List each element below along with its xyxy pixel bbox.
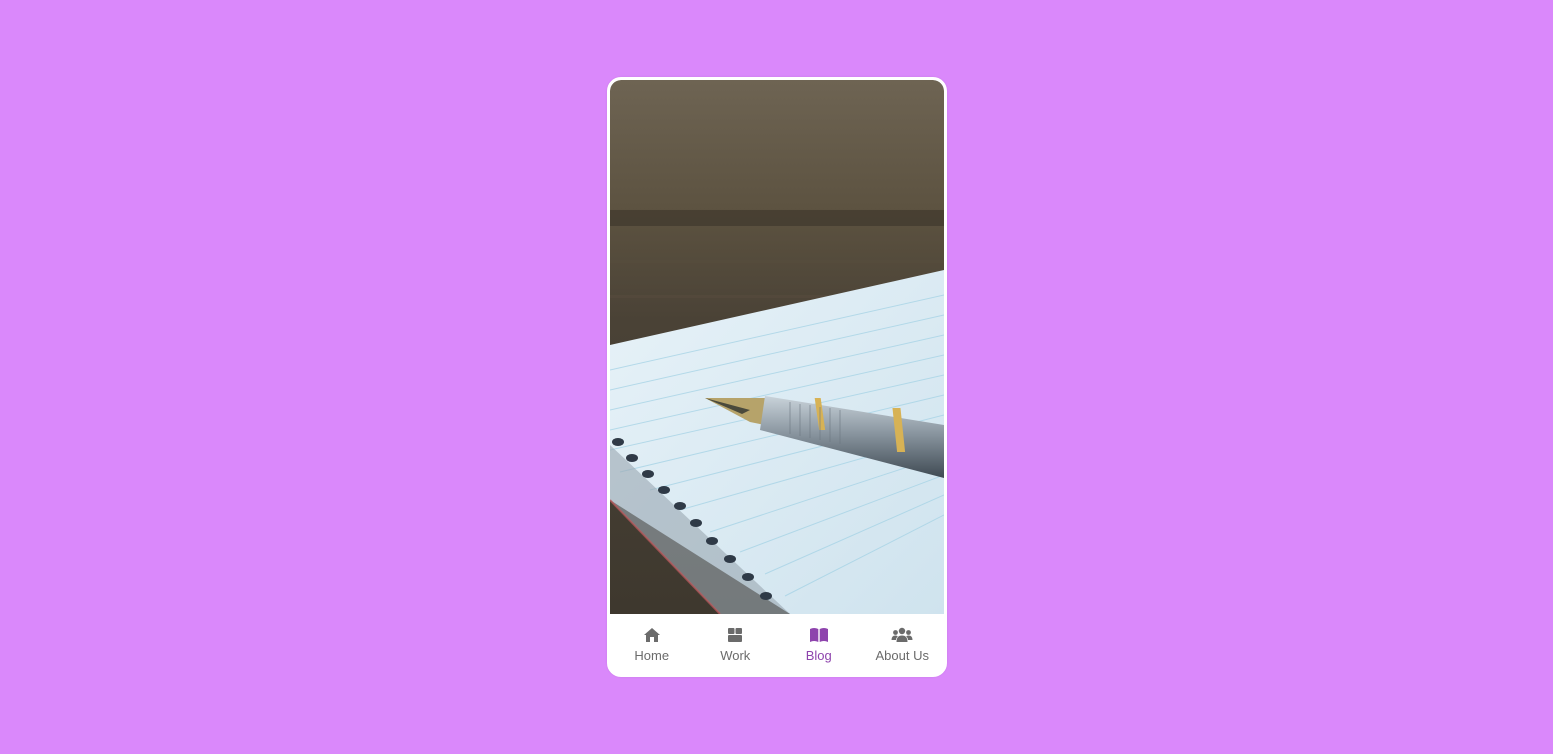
nav-item-work[interactable]: Work xyxy=(694,614,778,674)
bottom-navigation: Home Work Blog About Us xyxy=(610,614,944,674)
hero-photo xyxy=(610,80,944,614)
book-open-icon xyxy=(809,626,829,644)
nav-label-blog: Blog xyxy=(805,647,832,663)
nav-label-work: Work xyxy=(720,647,751,663)
nav-item-blog[interactable]: Blog xyxy=(777,614,861,674)
phone-frame: Home Work Blog About Us xyxy=(607,77,947,677)
nav-label-home: Home xyxy=(634,647,670,663)
nav-label-about-us: About Us xyxy=(875,647,929,663)
home-icon xyxy=(643,626,661,644)
notebook-pen-image xyxy=(610,80,944,614)
nav-item-about-us[interactable]: About Us xyxy=(861,614,945,674)
box-icon xyxy=(727,626,743,644)
nav-item-home[interactable]: Home xyxy=(610,614,694,674)
users-icon xyxy=(891,626,913,644)
